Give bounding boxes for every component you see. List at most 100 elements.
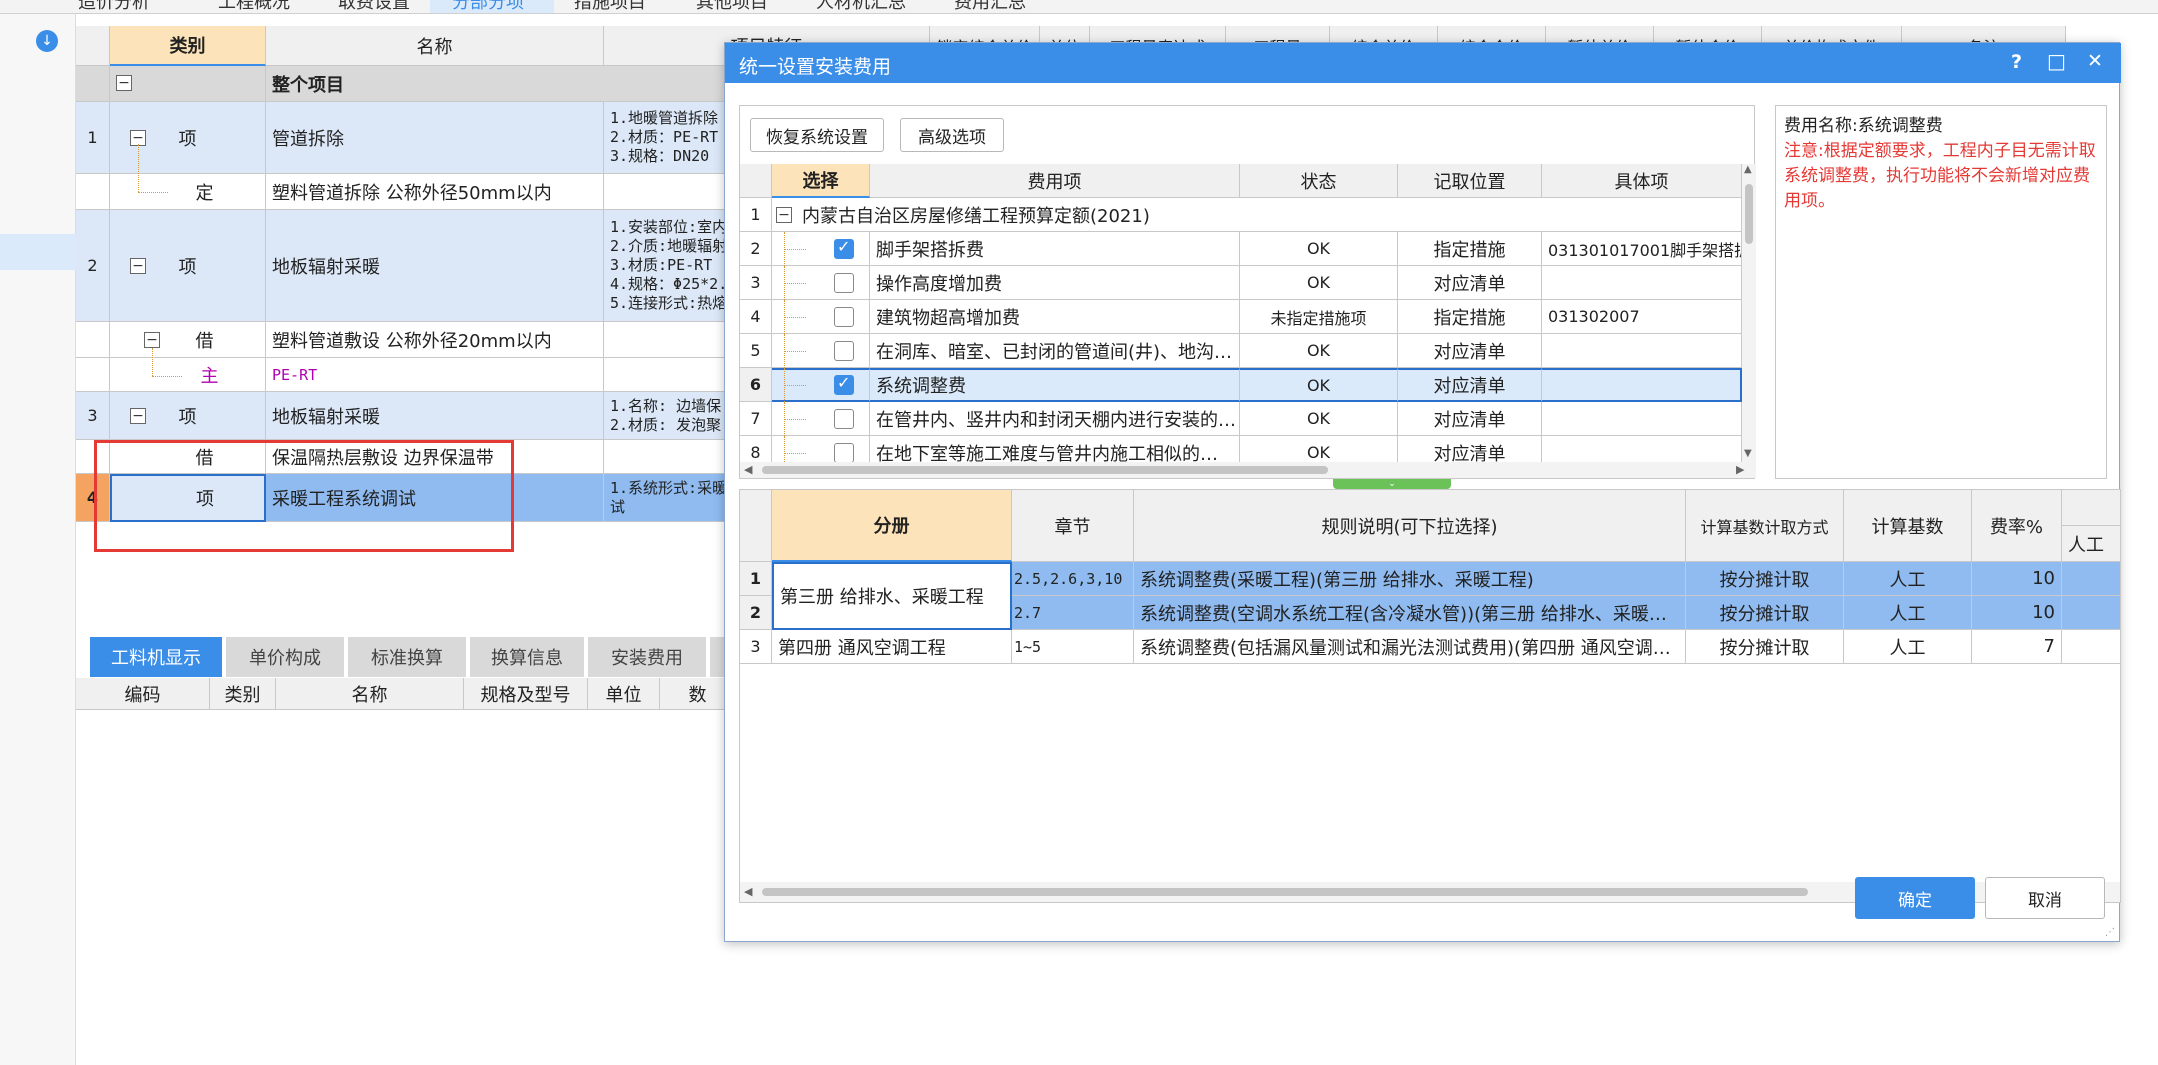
top-tab-3-active[interactable]: 分部分项 (430, 0, 554, 13)
top-tab-4[interactable]: 措施项目 (574, 0, 684, 13)
lower-row-chapter[interactable]: 2.7 (1012, 596, 1134, 630)
scroll-down-arrow-icon[interactable]: ▼ (1744, 448, 1752, 459)
bottom-header-name[interactable]: 名称 (276, 678, 464, 710)
bottom-tab-conversion-info[interactable]: 换算信息 (470, 637, 586, 677)
lower-header-method[interactable]: 计算基数计取方式 (1686, 490, 1844, 562)
bottom-header-type[interactable]: 类别 (210, 678, 276, 710)
lower-row-rate[interactable]: 10 (1972, 562, 2062, 596)
upper-row-item[interactable]: 在管井内、竖井内和封闭天棚内进行安装的… (870, 402, 1240, 436)
splitter-handle[interactable]: ⌄ (1333, 479, 1451, 489)
lower-header-rate[interactable]: 费率% (1972, 490, 2062, 562)
maximize-icon[interactable]: □ (2047, 49, 2066, 73)
lower-row-labor[interactable] (2062, 562, 2120, 596)
bottom-header-code[interactable]: 编码 (76, 678, 210, 710)
upper-header-status[interactable]: 状态 (1240, 164, 1398, 198)
top-tab-1[interactable]: 工程概况 (218, 0, 328, 13)
collapse-down-icon[interactable]: ↓ (36, 30, 58, 52)
fee-checkbox[interactable] (834, 409, 854, 429)
close-icon[interactable]: ✕ (2087, 50, 2103, 72)
fee-checkbox[interactable] (834, 273, 854, 293)
upper-row-position[interactable]: 指定措施 (1398, 300, 1542, 334)
scroll-thumb[interactable] (1745, 184, 1753, 244)
lower-header-labor[interactable]: 人工 (2062, 526, 2120, 562)
scroll-left-arrow-icon[interactable]: ◀ (744, 463, 752, 476)
scroll-left-arrow-icon[interactable]: ◀ (744, 885, 752, 898)
lower-row-rule[interactable]: 系统调整费(空调水系统工程(含冷凝水管))(第三册 给排水、采暖… (1134, 596, 1686, 630)
upper-header-fee-item[interactable]: 费用项 (870, 164, 1240, 198)
lower-row-book[interactable]: 第四册 通风空调工程 (772, 630, 1012, 664)
table-row-3-name[interactable]: 地板辐射采暖 (266, 210, 604, 322)
upper-row-item[interactable]: 建筑物超高增加费 (870, 300, 1240, 334)
top-tab-5[interactable]: 其他项目 (696, 0, 806, 13)
fee-checkbox[interactable] (834, 341, 854, 361)
upper-horizontal-scrollbar[interactable]: ◀ ▶ (740, 462, 1756, 478)
scroll-up-arrow-icon[interactable]: ▲ (1744, 164, 1752, 175)
lower-header-rule[interactable]: 规则说明(可下拉选择) (1134, 490, 1686, 562)
lower-row-rate[interactable]: 7 (1972, 630, 2062, 664)
lower-row-base[interactable]: 人工 (1844, 562, 1972, 596)
upper-row-position[interactable]: 对应清单 (1398, 402, 1542, 436)
upper-row-position[interactable]: 对应清单 (1398, 266, 1542, 300)
lower-row-rate[interactable]: 10 (1972, 596, 2062, 630)
restore-system-settings-button[interactable]: 恢复系统设置 (750, 118, 884, 152)
lower-book-merged[interactable]: 第三册 给排水、采暖工程 (772, 562, 1012, 630)
collapse-icon[interactable]: − (144, 332, 160, 348)
upper-row-item[interactable]: 系统调整费 (870, 368, 1240, 402)
header-name[interactable]: 名称 (266, 26, 604, 66)
bottom-tab-install-fee[interactable]: 安装费用 (588, 637, 708, 677)
upper-row-detail[interactable] (1542, 402, 1742, 436)
help-icon[interactable]: ? (2011, 51, 2022, 73)
upper-row-item[interactable]: 脚手架搭拆费 (870, 232, 1240, 266)
cancel-button[interactable]: 取消 (1985, 877, 2105, 919)
lower-row-rule[interactable]: 系统调整费(包括漏风量测试和漏光法测试费用)(第四册 通风空调… (1134, 630, 1686, 664)
bottom-header-unit[interactable]: 单位 (588, 678, 660, 710)
fee-checkbox[interactable] (834, 307, 854, 327)
table-row-5-type[interactable]: 主 (110, 358, 266, 392)
resize-grip-icon[interactable]: ⋰ (2105, 927, 2117, 939)
table-row-2-type[interactable]: 定 (110, 174, 266, 210)
header-type[interactable]: 类别 (110, 26, 266, 66)
lower-row-base[interactable]: 人工 (1844, 596, 1972, 630)
bottom-tab-price-composition[interactable]: 单价构成 (226, 637, 346, 677)
bottom-header-spec[interactable]: 规格及型号 (464, 678, 588, 710)
sidebar-selected-item[interactable] (0, 234, 76, 270)
upper-row-position[interactable]: 指定措施 (1398, 232, 1542, 266)
fee-checkbox[interactable]: ✓ (834, 373, 854, 395)
upper-row-position[interactable]: 对应清单 (1398, 334, 1542, 368)
upper-row-detail[interactable] (1542, 368, 1742, 402)
lower-row-chapter[interactable]: 2.5,2.6,3,10 (1012, 562, 1134, 596)
upper-row-position[interactable]: 对应清单 (1398, 368, 1542, 402)
table-row-5-name[interactable]: PE-RT (266, 358, 604, 392)
top-tab-6[interactable]: 人材机汇总 (816, 0, 946, 13)
upper-row-detail[interactable] (1542, 266, 1742, 300)
upper-row-detail[interactable]: 031302007 (1542, 300, 1742, 334)
table-row-4-type[interactable]: 借 (110, 322, 266, 358)
lower-row-method[interactable]: 按分摊计取 (1686, 596, 1844, 630)
upper-row-detail[interactable] (1542, 334, 1742, 368)
collapse-icon[interactable]: − (130, 258, 146, 274)
fee-checkbox[interactable] (834, 443, 854, 463)
ok-button[interactable]: 确定 (1855, 877, 1975, 919)
scroll-thumb[interactable] (762, 888, 1808, 896)
table-row-1-name[interactable]: 管道拆除 (266, 102, 604, 174)
collapse-icon[interactable]: − (116, 75, 132, 91)
upper-vertical-scrollbar[interactable]: ▲ ▼ (1742, 164, 1756, 462)
collapse-icon[interactable]: − (130, 408, 146, 424)
lower-row-labor[interactable] (2062, 596, 2120, 630)
scroll-thumb[interactable] (762, 466, 1328, 474)
fee-checkbox[interactable]: ✓ (834, 237, 854, 259)
upper-header-detail[interactable]: 具体项 (1542, 164, 1742, 198)
bottom-tab-material[interactable]: 工料机显示 (90, 637, 224, 677)
lower-row-method[interactable]: 按分摊计取 (1686, 630, 1844, 664)
bottom-tab-standard-conversion[interactable]: 标准换算 (348, 637, 468, 677)
scroll-right-arrow-icon[interactable]: ▶ (1736, 463, 1744, 476)
dialog-title-bar[interactable]: 统一设置安装费用 ? □ ✕ (725, 43, 2121, 83)
top-tab-7[interactable]: 费用汇总 (954, 0, 1064, 13)
advanced-options-button[interactable]: 高级选项 (900, 118, 1004, 152)
table-row-2-name[interactable]: 塑料管道拆除 公称外径50mm以内 (266, 174, 604, 210)
table-row-0-type[interactable]: − (110, 66, 266, 102)
lower-row-base[interactable]: 人工 (1844, 630, 1972, 664)
lower-row-method[interactable]: 按分摊计取 (1686, 562, 1844, 596)
table-row-6-name[interactable]: 地板辐射采暖 (266, 392, 604, 440)
upper-row-item[interactable]: 在洞库、暗室、已封闭的管道间(井)、地沟… (870, 334, 1240, 368)
